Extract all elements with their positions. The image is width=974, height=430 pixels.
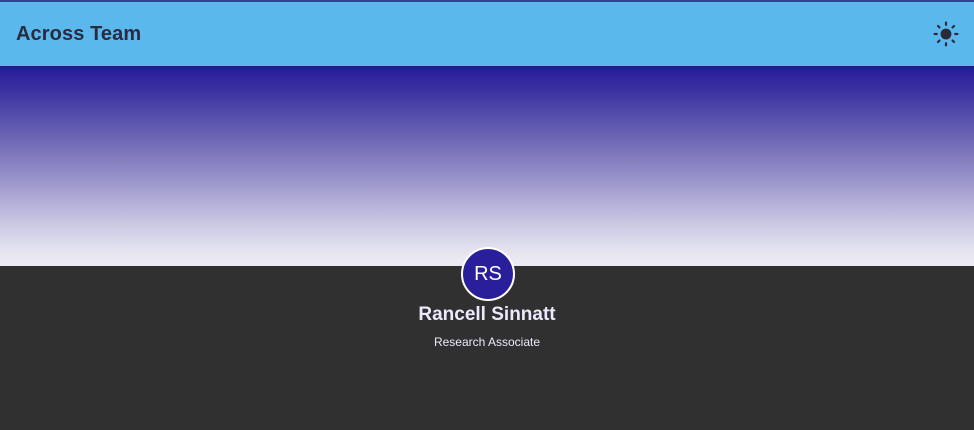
profile-banner <box>0 66 974 266</box>
app-bar: Across Team <box>0 2 974 66</box>
profile-name: Rancell Sinnatt <box>418 304 556 325</box>
avatar: RS <box>461 247 515 301</box>
profile-role: Research Associate <box>433 335 541 349</box>
theme-toggle-button[interactable] <box>926 14 966 54</box>
app-title: Across Team <box>16 22 142 45</box>
sun-icon <box>933 21 959 47</box>
app-root: Across Team RS Rancell Sinnatt Research … <box>0 0 974 430</box>
avatar-initials: RS <box>474 262 502 285</box>
